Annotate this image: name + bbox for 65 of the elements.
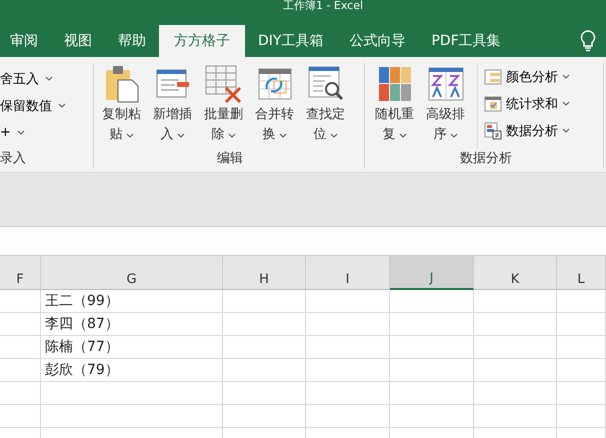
column-header[interactable]: H xyxy=(223,256,306,290)
table-cell xyxy=(0,359,41,382)
clipboard-icon xyxy=(104,63,140,105)
ribbon-button[interactable]: 合并转 换 xyxy=(249,63,300,150)
dropdown-caret-icon xyxy=(176,132,184,138)
column-header[interactable]: L xyxy=(557,256,606,290)
ribbon-button[interactable]: 查找定 位 xyxy=(300,63,351,150)
ribbon-button[interactable]: 舍五入 xyxy=(0,65,93,92)
table-cell: 李四（87） xyxy=(41,313,223,336)
dropdown-caret-icon xyxy=(278,132,286,138)
ribbon-button[interactable]: + xyxy=(0,119,93,146)
column-header[interactable]: K xyxy=(474,256,557,290)
dropdown-caret-icon xyxy=(58,103,66,108)
column-header[interactable]: I xyxy=(306,256,390,290)
column-header[interactable]: J xyxy=(390,256,474,290)
ribbon-button[interactable]: 数据分析 xyxy=(484,117,570,144)
ribbon-tab[interactable]: 视图 xyxy=(51,25,105,57)
table-cell xyxy=(557,382,606,405)
dropdown-caret-icon xyxy=(562,101,570,106)
ribbon-button[interactable]: 高级排 序 xyxy=(420,63,471,150)
ribbon-tab[interactable]: 公式向导 xyxy=(336,25,418,57)
dropdown-caret-icon xyxy=(330,132,338,138)
table-cell xyxy=(557,313,606,336)
table-cell xyxy=(557,336,606,359)
ribbon-button[interactable]: 复制粘 贴 xyxy=(96,63,147,150)
dropdown-caret-icon xyxy=(450,132,458,138)
table-cell xyxy=(0,290,41,313)
ribbon-tab[interactable]: PDF工具集 xyxy=(418,25,514,57)
group-label: 编辑 xyxy=(216,150,244,168)
dropdown-caret-icon xyxy=(228,132,236,138)
group-label: 数据分析 xyxy=(459,150,513,168)
grid-delete-icon xyxy=(204,63,244,105)
ribbon-button[interactable]: 统计求和 xyxy=(484,90,570,117)
ribbon-button[interactable]: 新增插 入 xyxy=(147,63,198,150)
ribbon-button[interactable]: 颜色分析 xyxy=(484,63,570,90)
column-header[interactable]: F xyxy=(0,256,41,290)
ribbon-tab[interactable]: 帮助 xyxy=(105,25,159,57)
table-cell: 陈楠（77） xyxy=(41,336,223,359)
checklist-icon xyxy=(484,96,502,112)
table-cell: 王二（99） xyxy=(41,290,223,313)
column-header[interactable]: G xyxy=(41,256,223,290)
dropdown-caret-icon xyxy=(16,130,25,135)
table-cell xyxy=(557,405,606,428)
dropdown-caret-icon xyxy=(562,128,570,133)
dropdown-caret-icon xyxy=(45,76,53,81)
ribbon-button[interactable]: 随机重 复 xyxy=(369,63,420,150)
table-cell xyxy=(557,290,606,313)
striped-table-icon xyxy=(484,68,502,84)
ribbon-button[interactable]: 保留数值 xyxy=(0,92,93,119)
dropdown-caret-icon xyxy=(398,132,406,138)
dropdown-caret-icon xyxy=(562,74,570,79)
ribbon-tab[interactable]: 审阅 xyxy=(0,25,51,57)
table-cell xyxy=(0,336,41,359)
table-cell xyxy=(0,382,41,405)
window-title: 工作簿1 - Excel xyxy=(282,0,364,12)
ribbon-tab[interactable]: 方方格子 xyxy=(159,25,245,57)
table-cell xyxy=(0,313,41,336)
table-cell xyxy=(557,359,606,382)
group-label: 录入 xyxy=(0,150,27,168)
ribbon-tab[interactable]: DIY工具箱 xyxy=(245,25,336,57)
table-cell xyxy=(0,405,41,428)
ribbon-button[interactable]: 批量删 除 xyxy=(198,63,249,150)
table-cell: 彭欣（79） xyxy=(41,359,223,382)
chart-table-icon xyxy=(484,122,502,140)
dropdown-caret-icon xyxy=(126,132,134,138)
